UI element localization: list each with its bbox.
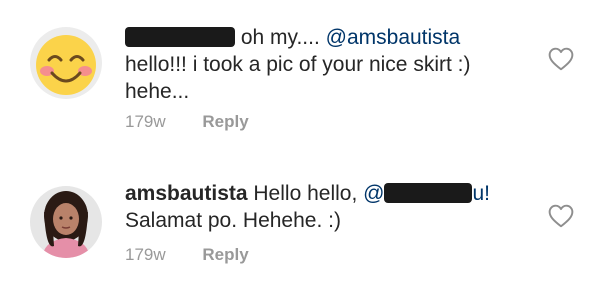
- comment-meta: 179w Reply: [125, 112, 249, 132]
- comment-text-rest: Salamat po. Hehehe. :): [125, 209, 341, 232]
- comment-text-start: oh my....: [240, 26, 320, 49]
- comment-item: oh my.... @amsbautista hello!!! i took a…: [0, 0, 614, 150]
- comment-item: amsbautista Hello hello, @ u! Salamat po.…: [0, 150, 614, 298]
- comment-timestamp: 179w: [125, 112, 166, 131]
- comment-text: amsbautista Hello hello, @ u! Salamat po.…: [125, 180, 534, 234]
- mention-prefix: @: [363, 182, 385, 205]
- redacted-username: [125, 27, 235, 47]
- mention-suffix: u!: [472, 182, 490, 205]
- comment-text-rest: hello!!! i took a pic of your nice skirt…: [125, 53, 471, 103]
- mention-link[interactable]: @ u!: [363, 182, 490, 205]
- comment-timestamp: 179w: [125, 245, 166, 264]
- avatar-amsbautista[interactable]: [30, 186, 102, 258]
- profile-photo: [30, 186, 102, 258]
- mention-link[interactable]: @amsbautista: [326, 26, 461, 49]
- avatar-smiley[interactable]: [30, 27, 102, 99]
- comment-text: oh my.... @amsbautista hello!!! i took a…: [125, 24, 534, 105]
- comment-meta: 179w Reply: [125, 245, 249, 265]
- comment-username[interactable]: amsbautista: [125, 182, 248, 205]
- reply-button[interactable]: Reply: [202, 245, 248, 264]
- redacted-mention: [384, 183, 473, 203]
- reply-button[interactable]: Reply: [202, 112, 248, 131]
- heart-outline-icon[interactable]: [548, 204, 574, 228]
- comment-text-start: Hello hello,: [253, 182, 358, 205]
- heart-outline-icon[interactable]: [548, 47, 574, 71]
- smiley-emoji-icon: [30, 27, 102, 99]
